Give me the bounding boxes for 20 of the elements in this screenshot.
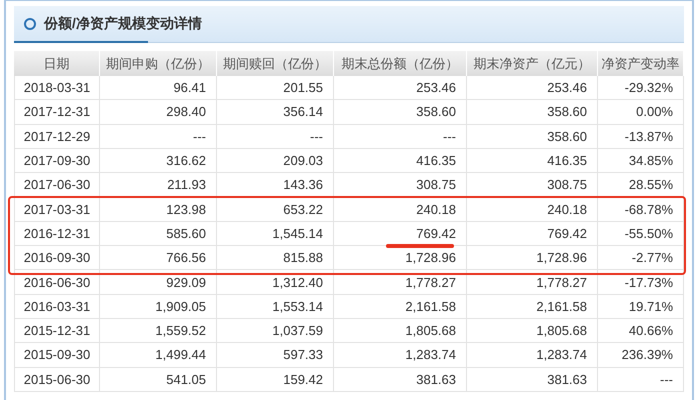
- table-cell: 541.05: [100, 368, 217, 392]
- table-cell: 2015-06-30: [14, 368, 100, 392]
- column-header: 期末净资产（亿元）: [467, 51, 598, 76]
- table-cell: 211.93: [100, 173, 217, 198]
- table-cell: 308.75: [467, 173, 598, 198]
- column-header: 净资产变动率: [598, 51, 684, 76]
- circle-icon: [24, 18, 36, 30]
- table-cell: 381.63: [334, 368, 467, 392]
- table-cell: 143.36: [217, 173, 334, 198]
- column-header: 日期: [14, 51, 100, 76]
- table-cell: 28.55%: [598, 173, 684, 198]
- panel-title: 份额/净资产规模变动详情: [44, 15, 202, 33]
- table-cell: ---: [598, 368, 684, 392]
- column-header: 期间申购（亿份）: [100, 51, 217, 76]
- table-cell: 381.63: [467, 368, 598, 392]
- column-header: 期末总份额（亿份）: [334, 51, 467, 76]
- table-cell: 308.75: [334, 173, 467, 198]
- table-cell: 2017-06-30: [14, 173, 100, 198]
- column-header: 期间赎回（亿份）: [217, 51, 334, 76]
- table-cell: 159.42: [217, 368, 334, 392]
